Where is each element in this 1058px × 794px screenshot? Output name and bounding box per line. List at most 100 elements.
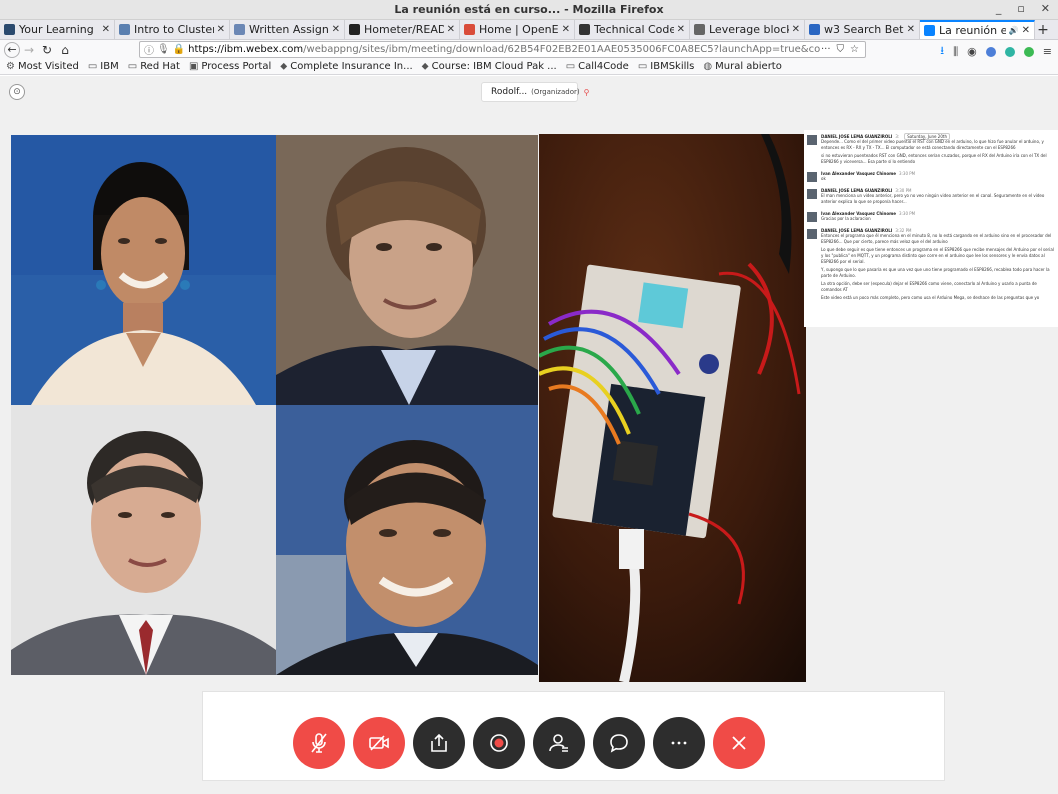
tab-close-icon[interactable]: ✕ — [1022, 25, 1030, 36]
folder-icon: ▭ — [127, 61, 138, 72]
minimize-icon[interactable]: _ — [996, 2, 1002, 15]
chat-message: DANIEL JOSE LEMA GUANZIROLI 3:30 PM El man… — [807, 188, 1055, 207]
extension-green-icon[interactable] — [1023, 46, 1034, 57]
page-actions-icon[interactable]: ··· — [821, 44, 831, 55]
tab-audio-icon[interactable]: 🔊 — [1009, 26, 1019, 35]
tab-label: Hometer/README.md — [364, 23, 444, 36]
maximize-icon[interactable]: ▫ — [1017, 2, 1024, 15]
shared-camera-hardware — [539, 134, 806, 682]
home-icon: ⌂ — [61, 42, 69, 57]
tab-close-icon[interactable]: ✕ — [677, 24, 685, 35]
bookmark-item[interactable]: ⚙ Most Visited — [6, 61, 79, 72]
url-path: /webappng/sites/ibm/meeting/download/62B… — [303, 44, 821, 55]
close-window-icon[interactable]: ✕ — [1041, 2, 1050, 15]
extension-blue-icon[interactable] — [985, 46, 996, 57]
github-favicon-icon — [349, 24, 360, 35]
tab-3[interactable]: Written Assignment #:✕ — [230, 20, 345, 39]
tab-9[interactable]: La reunión está en c🔊✕ — [920, 20, 1035, 39]
reload-button[interactable]: ↻ — [38, 41, 56, 58]
home-button[interactable]: ⌂ — [56, 41, 74, 58]
bookmark-item[interactable]: ⬥ Complete Insurance In... — [280, 61, 412, 72]
avatar — [807, 189, 817, 199]
participant-video-1[interactable] — [11, 135, 276, 405]
chat-timestamp: 3:30 PM — [899, 171, 916, 176]
chat-message: Ivan Alexander Vasquez Chinome 3:30 PM ok — [807, 171, 1055, 184]
info-icon: ⊙ — [13, 87, 21, 97]
tab-5[interactable]: Home | OpenEnergyM✕ — [460, 20, 575, 39]
bookmark-item[interactable]: ▣ Process Portal — [189, 61, 271, 72]
tab-close-icon[interactable]: ✕ — [217, 24, 225, 35]
chat-timestamp: 3:30 PM — [899, 211, 916, 216]
tab-close-icon[interactable]: ✕ — [792, 24, 800, 35]
tab-close-icon[interactable]: ✕ — [562, 24, 570, 35]
stop-video-button[interactable] — [353, 717, 405, 769]
tab-close-icon[interactable]: ✕ — [447, 24, 455, 35]
gear-icon: ⚙ — [6, 61, 15, 72]
avatar — [807, 135, 817, 145]
bookmark-star-icon[interactable]: ☆ — [850, 44, 859, 55]
bookmark-item[interactable]: ▭ IBM — [88, 61, 119, 72]
site-info-icon[interactable]: ⓘ — [144, 42, 154, 57]
video-off-icon — [367, 731, 391, 755]
tab-close-icon[interactable]: ✕ — [102, 24, 110, 35]
new-tab-button[interactable]: + — [1035, 20, 1051, 39]
url-actions: ··· ⛉ ☆ — [821, 44, 865, 55]
back-button[interactable]: ← — [4, 41, 20, 58]
avatar — [807, 212, 817, 222]
bookmark-label: IBM — [100, 61, 119, 72]
extension-teal-icon[interactable] — [1004, 46, 1015, 57]
tab-strip: Your Learning✕Intro to Clustering (8:0✕W… — [0, 20, 1058, 40]
folder-icon: ▭ — [87, 61, 98, 72]
organizer-badge: Rodolf... (Organizador) ⚲ — [481, 82, 589, 102]
chat-message: Ivan Alexander Vasquez Chinome 3:30 PM Gra… — [807, 211, 1055, 224]
presenter-icon: ⚲ — [583, 87, 590, 97]
share-button[interactable] — [413, 717, 465, 769]
mute-button[interactable] — [293, 717, 345, 769]
tab-4[interactable]: Hometer/README.md✕ — [345, 20, 460, 39]
chat-message-text: Lo que debe seguir es que tiene entonces… — [821, 247, 1054, 264]
menu-icon[interactable]: ≡ — [1043, 45, 1052, 58]
url-bar[interactable]: ⓘ 🎙 🔒 https://ibm.webex.com/webappng/sit… — [139, 41, 866, 58]
meeting-area: ⊙ Rodolf... (Organizador) ⚲ DANIEL JOSE … — [0, 76, 1058, 794]
bookmark-label: Course: IBM Cloud Pak ... — [431, 61, 557, 72]
tab-close-icon[interactable]: ✕ — [907, 24, 915, 35]
bookmark-item[interactable]: ▭ IBMSkills — [638, 61, 695, 72]
chat-message-text: Gracias por la aclaracion — [821, 216, 871, 221]
tab-7[interactable]: Leverage blockchain m✕ — [690, 20, 805, 39]
chat-button[interactable] — [593, 717, 645, 769]
tab-label: w3 Search Beta — [824, 23, 904, 36]
bookmark-item[interactable]: ▭ Red Hat — [128, 61, 180, 72]
pocket-icon[interactable]: ⛉ — [837, 44, 845, 55]
bookmark-item[interactable]: ◍ Mural abierto — [703, 61, 781, 72]
chat-message-text: Depende... Como el del primer video puen… — [821, 139, 1044, 150]
participant-video-2[interactable] — [276, 135, 538, 405]
tab-1[interactable]: Your Learning ✕ — [0, 20, 115, 39]
chat-icon — [607, 731, 631, 755]
participant-photo-1 — [11, 135, 276, 405]
blockchain-favicon-icon — [694, 24, 705, 35]
participant-video-3[interactable] — [11, 405, 276, 675]
account-icon[interactable]: ◉ — [967, 45, 977, 58]
microphone-permission-icon[interactable]: 🎙 — [157, 44, 170, 55]
tab-close-icon[interactable]: ✕ — [332, 24, 340, 35]
bookmark-label: Mural abierto — [715, 61, 782, 72]
record-button[interactable] — [473, 717, 525, 769]
leave-button[interactable] — [713, 717, 765, 769]
forward-button[interactable]: → — [20, 41, 38, 58]
participants-button[interactable] — [533, 717, 585, 769]
record-icon — [487, 731, 511, 755]
tab-6[interactable]: Technical Code Libary✕ — [575, 20, 690, 39]
bookmark-label: Most Visited — [17, 61, 79, 72]
more-button[interactable] — [653, 717, 705, 769]
bookmark-item[interactable]: ⬥ Course: IBM Cloud Pak ... — [422, 61, 557, 72]
participant-video-4[interactable] — [276, 405, 538, 675]
library-icon[interactable]: ⫼ — [953, 45, 958, 59]
participant-video-5[interactable] — [539, 134, 806, 682]
tab-8[interactable]: w3 Search Beta ✕ — [805, 20, 920, 39]
tab-2[interactable]: Intro to Clustering (8:0✕ — [115, 20, 230, 39]
share-icon — [427, 731, 451, 755]
bookmark-item[interactable]: ▭ Call4Code — [566, 61, 629, 72]
meeting-topbar: ⊙ Rodolf... (Organizador) ⚲ — [0, 76, 1058, 133]
meeting-info-button[interactable]: ⊙ — [9, 84, 25, 100]
participants-icon — [547, 731, 571, 755]
